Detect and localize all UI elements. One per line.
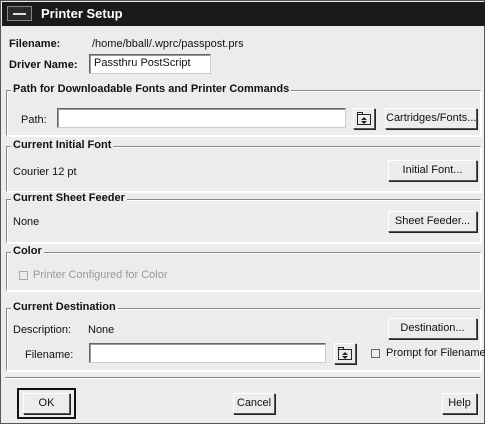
window-title: Printer Setup: [41, 6, 123, 21]
cancel-button[interactable]: Cancel: [233, 393, 275, 414]
initial-font-group-title: Current Initial Font: [11, 139, 114, 151]
printer-color-checkbox[interactable]: [19, 271, 28, 280]
prompt-filename-label: Prompt for Filename: [386, 347, 485, 359]
fonts-path-group-title: Path for Downloadable Fonts and Printer …: [11, 83, 292, 95]
path-browse-button[interactable]: [353, 108, 375, 129]
cartridges-fonts-button[interactable]: Cartridges/Fonts...: [385, 108, 477, 129]
filename-browse-button[interactable]: [334, 343, 356, 364]
description-label: Description:: [13, 324, 72, 336]
system-menu-icon[interactable]: [7, 6, 32, 21]
initial-font-button[interactable]: Initial Font...: [388, 160, 477, 181]
prompt-filename-checkbox[interactable]: [371, 349, 380, 358]
folder-browse-icon: [338, 347, 352, 360]
destination-filename-label: Filename:: [25, 349, 74, 361]
title-bar[interactable]: Printer Setup: [2, 2, 485, 26]
color-group-title: Color: [11, 245, 44, 257]
filename-label: Filename:: [9, 38, 61, 50]
printer-color-label: Printer Configured for Color: [33, 269, 168, 281]
description-value: None: [88, 324, 115, 336]
folder-browse-icon: [357, 112, 371, 125]
sheet-feeder-value: None: [13, 216, 40, 228]
footer-divider: [5, 377, 480, 379]
path-input[interactable]: [57, 108, 346, 128]
destination-button[interactable]: Destination...: [388, 318, 477, 339]
help-button[interactable]: Help: [442, 393, 477, 414]
sheet-feeder-group-title: Current Sheet Feeder: [11, 192, 127, 204]
destination-filename-input[interactable]: [89, 343, 326, 363]
driver-name-label: Driver Name:: [9, 59, 78, 71]
destination-group-title: Current Destination: [11, 301, 118, 313]
sheet-feeder-button[interactable]: Sheet Feeder...: [388, 211, 477, 232]
path-label: Path:: [21, 114, 47, 126]
initial-font-value: Courier 12 pt: [13, 166, 77, 178]
filename-value: /home/bball/.wprc/passpost.prs: [92, 38, 244, 50]
ok-button[interactable]: OK: [23, 393, 70, 414]
driver-name-field[interactable]: Passthru PostScript: [89, 54, 211, 74]
printer-setup-dialog: Printer Setup Filename: /home/bball/.wpr…: [0, 0, 485, 424]
